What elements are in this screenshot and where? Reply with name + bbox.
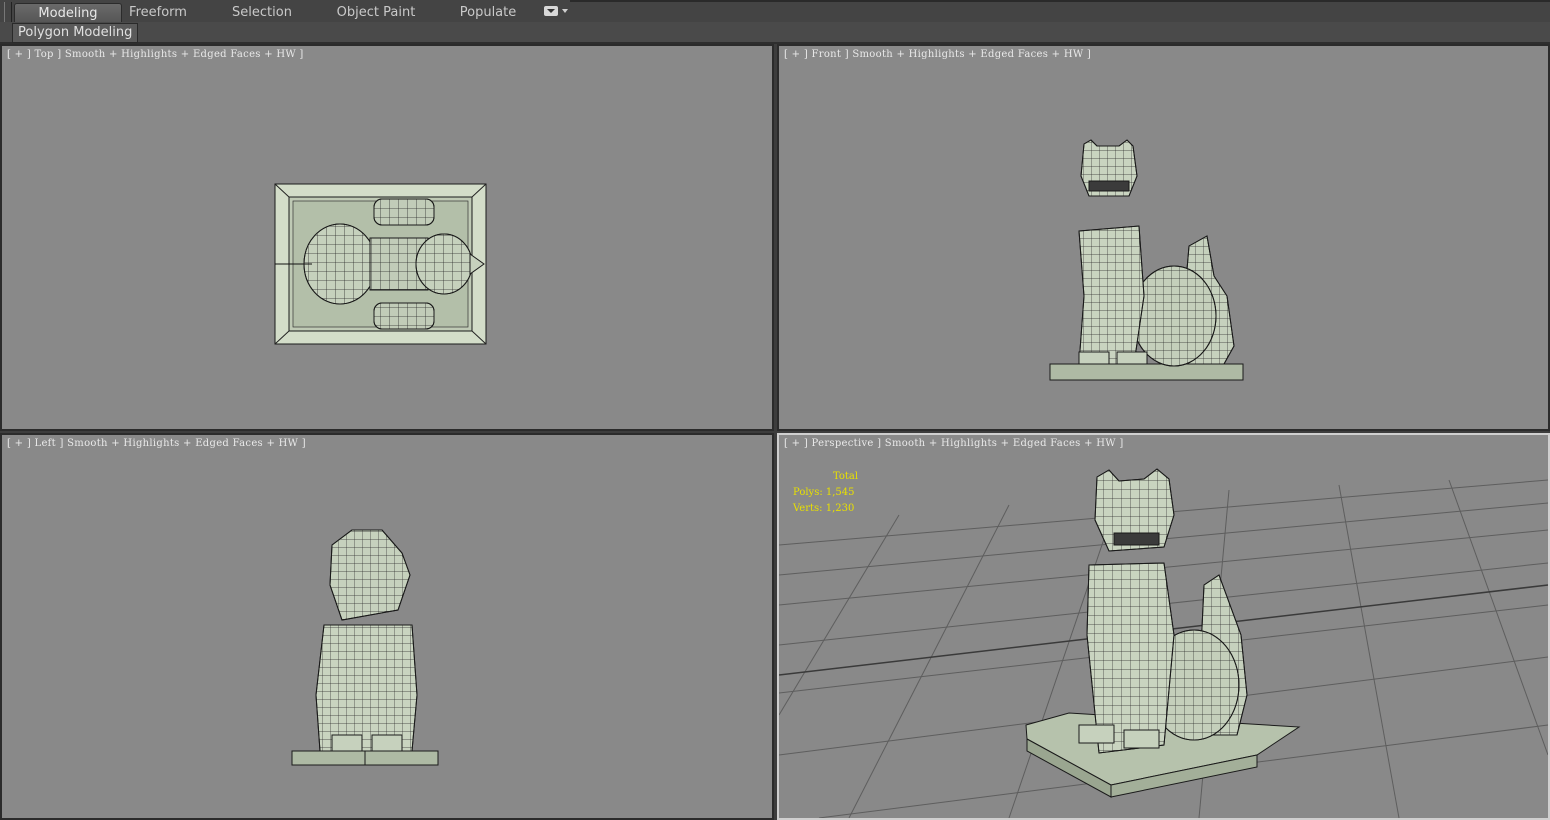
tab-object-paint[interactable]: Object Paint [330,3,422,22]
viewport-perspective[interactable]: [ + ] Perspective ] Smooth + Highlights … [777,433,1550,820]
stats-total-label: Total [833,471,859,482]
ribbon-divider [570,0,1550,2]
tab-freeform[interactable]: Freeform [122,3,194,22]
viewport-left[interactable]: [ + ] Left ] Smooth + Highlights + Edged… [0,433,774,820]
tab-selection[interactable]: Selection [222,3,302,22]
viewport-top[interactable]: [ + ] Top ] Smooth + Highlights + Edged … [0,44,774,431]
stats-overlay: Total Polys: 1,545 Verts: 1,230 [793,469,858,517]
stats-verts: Verts: 1,230 [793,503,855,514]
tab-populate[interactable]: Populate [452,3,524,22]
stats-polys: Polys: 1,545 [793,487,855,498]
top-view-model [274,183,487,345]
ribbon-panel: Polygon Modeling [0,22,1550,44]
viewport-front[interactable]: [ + ] Front ] Smooth + Highlights + Edge… [777,44,1550,431]
ribbon-tabbar: Modeling Freeform Selection Object Paint… [0,0,1550,40]
ribbon-options-dropdown-icon[interactable] [544,6,568,18]
tab-modeling[interactable]: Modeling [14,3,122,23]
perspective-model [1025,468,1301,798]
polygon-modeling-button[interactable]: Polygon Modeling [12,23,139,43]
front-view-model [1049,139,1244,381]
left-view-model [291,529,439,766]
